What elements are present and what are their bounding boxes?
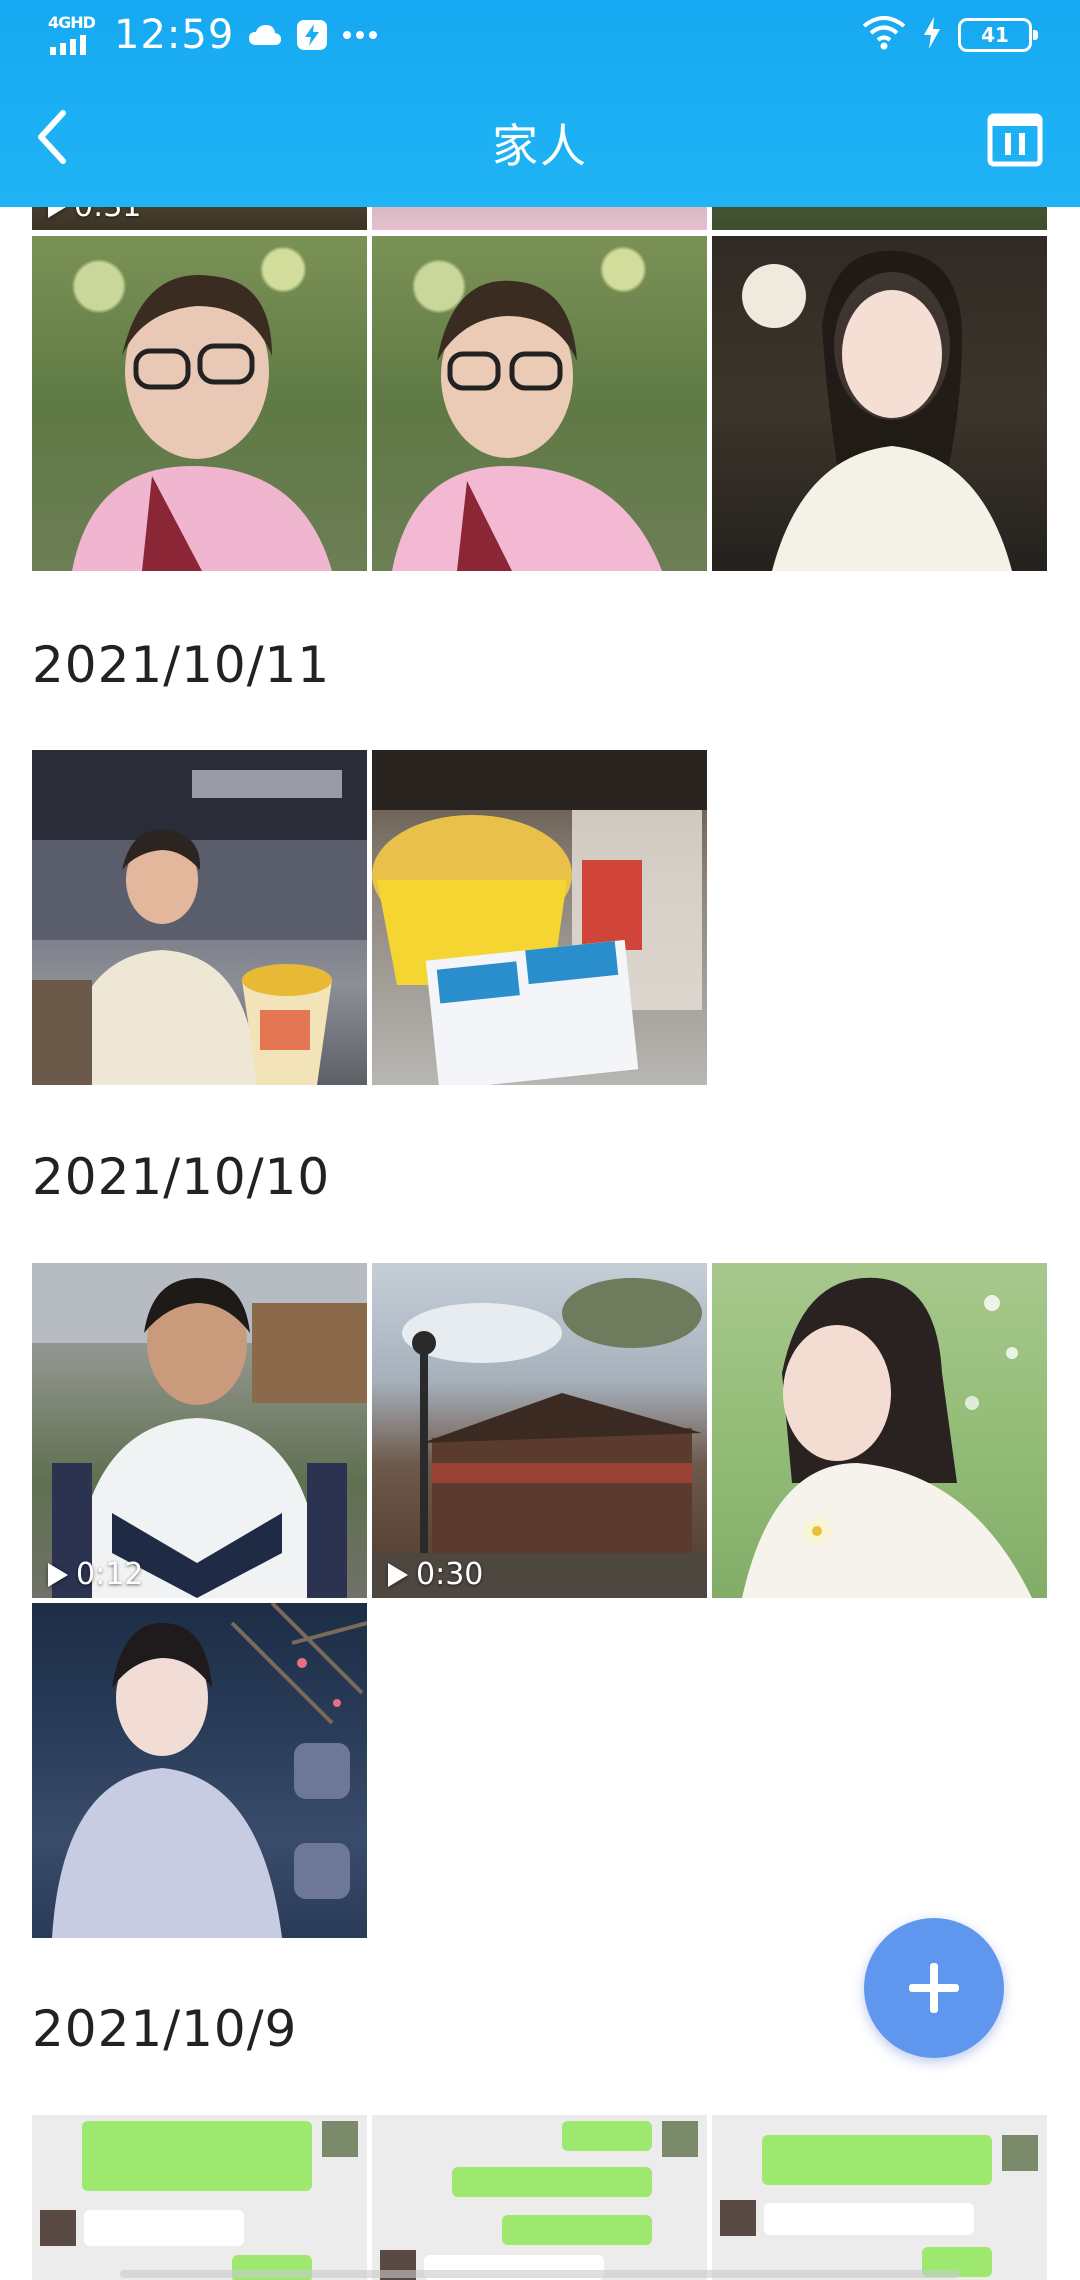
video-duration: 0:30	[386, 1557, 483, 1592]
app-notification-icon	[296, 19, 328, 51]
play-icon	[48, 1562, 68, 1587]
photo-image	[380, 2121, 698, 2280]
photo-image	[372, 1278, 707, 1598]
add-button[interactable]	[864, 1918, 1004, 2058]
battery-level: 41	[981, 23, 1009, 47]
thumbnail-photo[interactable]	[712, 1263, 1047, 1598]
thumbnail-video[interactable]: 0:12	[32, 1263, 367, 1598]
more-icon	[342, 30, 378, 40]
calendar-icon	[987, 113, 1043, 167]
date-header: 2021/10/11	[32, 636, 331, 694]
photo-image	[40, 2121, 358, 2280]
thumbnail-photo[interactable]	[372, 2115, 707, 2280]
photo-image	[720, 2135, 1038, 2277]
thumbnail-photo[interactable]	[32, 750, 367, 1085]
cloud-icon	[248, 23, 282, 47]
app-header: 4GHD 12:59 41 家人	[0, 0, 1080, 207]
status-bar: 4GHD 12:59 41	[0, 0, 1080, 72]
thumbnail-photo[interactable]	[712, 2115, 1047, 2280]
page-title: 家人	[492, 119, 588, 173]
photo-image	[742, 1277, 1032, 1598]
nav-bar: 家人	[0, 72, 1080, 207]
charging-icon	[922, 16, 942, 54]
thumbnail-photo[interactable]	[32, 1603, 367, 1938]
photo-image	[52, 1603, 367, 1938]
photo-image	[32, 750, 367, 1085]
status-time: 12:59	[114, 12, 235, 58]
battery-icon: 41	[958, 18, 1038, 52]
photo-image	[72, 275, 332, 571]
thumbnail-photo[interactable]	[712, 236, 1047, 571]
plus-icon	[909, 1963, 959, 2013]
thumbnail-photo[interactable]	[372, 750, 707, 1085]
photo-image	[392, 280, 662, 571]
wifi-icon	[862, 16, 906, 54]
photo-image	[742, 250, 1012, 571]
thumbnail-photo[interactable]	[372, 236, 707, 571]
calendar-button[interactable]	[978, 102, 1052, 176]
scroll-indicator	[120, 2270, 960, 2278]
thumbnail-video[interactable]: 0:30	[372, 1263, 707, 1598]
thumbnail-photo[interactable]	[32, 236, 367, 571]
cellular-signal-icon: 4GHD	[48, 13, 100, 57]
date-header: 2021/10/10	[32, 1148, 331, 1206]
photo-image	[372, 750, 707, 1085]
thumbnail-photo[interactable]	[32, 2115, 367, 2280]
photo-image	[32, 1263, 367, 1598]
play-icon	[388, 1562, 408, 1587]
date-header: 2021/10/9	[32, 2000, 298, 2058]
video-duration: 0:12	[46, 1557, 143, 1592]
